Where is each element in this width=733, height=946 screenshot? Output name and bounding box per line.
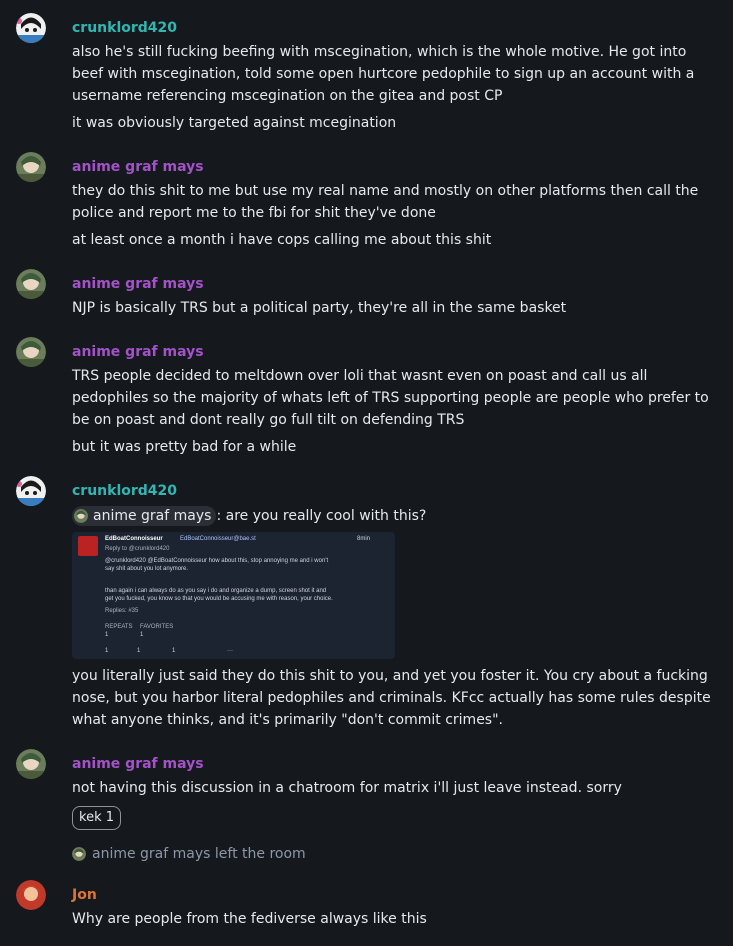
avatar[interactable]: [16, 269, 46, 299]
sender-name[interactable]: anime graf mays: [72, 158, 204, 176]
message-body: Why are people from the fediverse always…: [72, 911, 427, 927]
avatar-anime-graf-mays-icon: [16, 152, 46, 182]
post-line: get you fucked, you know so that you wou…: [105, 596, 333, 602]
message-body: TRS people decided to meltdown over loli…: [72, 368, 709, 428]
post-favorites-label: FAVORITES: [140, 624, 174, 630]
post-reply-to: Reply to @crunklord420: [105, 546, 170, 552]
avatar[interactable]: [16, 749, 46, 779]
avatar-anime-graf-mays-icon: [16, 337, 46, 367]
avatar-anime-graf-mays-icon: [16, 749, 46, 779]
avatar-crunklord420-icon: [16, 476, 46, 506]
post-action-more: ···: [227, 648, 233, 654]
mention-avatar-icon: [74, 509, 88, 523]
message-body: anime graf mays : are you really cool wi…: [72, 505, 717, 527]
sender-name[interactable]: crunklord420: [72, 482, 177, 500]
avatar-anime-graf-mays-icon: [16, 269, 46, 299]
avatar[interactable]: [16, 337, 46, 367]
post-repeats-label: REPEATS: [105, 624, 133, 630]
post-line: say shit about you lot anymore.: [105, 566, 189, 572]
membership-event: anime graf mays left the room: [72, 844, 306, 864]
user-mention-pill[interactable]: anime graf mays: [72, 506, 217, 526]
sender-name[interactable]: anime graf mays: [72, 343, 204, 361]
post-handle: EdBoatConnoisseur@bae.st: [180, 536, 256, 542]
message-body: NJP is basically TRS but a political par…: [72, 300, 567, 316]
avatar-crunklord420-icon: [16, 13, 46, 43]
post-favorites-count: 1: [140, 632, 144, 638]
post-avatar-icon: [78, 536, 98, 556]
message-body: not having this discussion in a chatroom…: [72, 780, 622, 796]
sender-name[interactable]: crunklord420: [72, 19, 177, 37]
message-body: it was obviously targeted against mcegin…: [72, 115, 397, 131]
event-text: anime graf mays left the room: [92, 846, 306, 862]
avatar[interactable]: [16, 152, 46, 182]
avatar[interactable]: [16, 13, 46, 43]
message-body: but it was pretty bad for a while: [72, 439, 297, 455]
message-body: you literally just said they do this shi…: [72, 668, 711, 728]
post-line: @crunklord420 @EdBoatConnoisseur how abo…: [105, 558, 329, 564]
mention-name: anime graf mays: [93, 508, 212, 524]
reaction-button[interactable]: kek 1: [72, 806, 121, 830]
post-line: than again i can always do as you say i …: [105, 588, 327, 594]
message-body: they do this shit to me but use my real …: [72, 183, 699, 221]
post-action-reply: 1: [105, 648, 109, 654]
event-avatar-icon: [72, 847, 86, 861]
post-author: EdBoatConnoisseur: [105, 536, 163, 542]
message-body: at least once a month i have cops callin…: [72, 232, 492, 248]
avatar[interactable]: [16, 880, 46, 910]
embedded-screenshot[interactable]: EdBoatConnoisseur EdBoatConnoisseur@bae.…: [72, 532, 395, 659]
mention-suffix: : are you really cool with this?: [216, 508, 427, 524]
avatar-jon-icon: [16, 880, 46, 910]
message-body: also he's still fucking beefing with msc…: [72, 44, 695, 104]
avatar[interactable]: [16, 476, 46, 506]
sender-name[interactable]: anime graf mays: [72, 275, 204, 293]
sender-name[interactable]: anime graf mays: [72, 755, 204, 773]
post-action-fav: 1: [172, 648, 176, 654]
post-replies: Replies: #35: [105, 608, 139, 614]
chat-timeline: crunklord420 also he's still fucking bee…: [0, 0, 733, 946]
sender-name[interactable]: Jon: [72, 886, 97, 904]
post-action-repeat: 1: [137, 648, 141, 654]
post-repeats-count: 1: [105, 632, 109, 638]
post-time: 8min: [357, 536, 371, 542]
